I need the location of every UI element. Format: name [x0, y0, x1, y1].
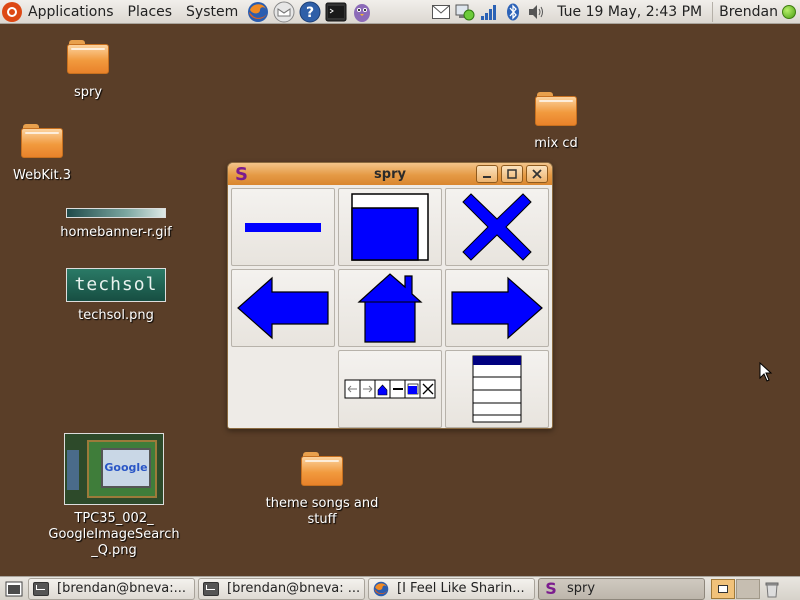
desktop-folder-theme-songs[interactable]: theme songs and stuff — [262, 452, 382, 528]
image-thumbnail: techsol — [66, 268, 166, 302]
folder-icon — [67, 40, 109, 74]
svg-text:?: ? — [306, 5, 314, 21]
close-icon — [532, 169, 542, 179]
panel-separator — [712, 1, 714, 22]
desktop-icon-label: WebKit.3 — [13, 168, 71, 183]
tile-maximize[interactable] — [338, 188, 442, 266]
network-manager-icon[interactable] — [455, 2, 475, 22]
taskbar-item-label: [brendan@bneva: ... — [227, 581, 361, 596]
notification-area: Tue 19 May, 2:43 PM Brendan — [429, 0, 800, 24]
minimize-button[interactable] — [476, 165, 498, 183]
bottom-panel: [brendan@bneva:... [brendan@bneva: ... [… — [0, 576, 800, 600]
minimize-bar-icon — [245, 223, 321, 232]
help-icon[interactable]: ? — [299, 1, 321, 23]
forward-arrow-icon — [451, 276, 543, 340]
bluetooth-icon[interactable] — [503, 2, 523, 22]
top-panel: Applications Places System ? Tue 19 May,… — [0, 0, 800, 24]
system-menu[interactable]: System — [179, 0, 245, 24]
user-switcher[interactable]: Brendan — [719, 4, 800, 20]
minimize-icon — [483, 176, 491, 178]
desktop-icon-label: homebanner-r.gif — [60, 225, 172, 240]
user-status-icon — [782, 4, 796, 19]
ubuntu-logo-icon — [2, 1, 22, 22]
tile-toolbar[interactable] — [338, 350, 442, 428]
table-list-icon — [472, 355, 522, 423]
tile-table-list[interactable] — [445, 350, 549, 428]
desktop-icon-label: TPC35_002_ GoogleImageSearch _Q.png — [48, 511, 180, 558]
tile-minimize[interactable] — [231, 188, 335, 266]
taskbar-item-label: spry — [567, 581, 596, 596]
toolbar-preview-icon — [344, 379, 436, 399]
desktop-file-homebanner[interactable]: homebanner-r.gif — [56, 206, 176, 241]
close-button[interactable] — [526, 165, 548, 183]
maximize-button[interactable] — [501, 165, 523, 183]
workspace-1[interactable] — [711, 578, 735, 599]
taskbar-item[interactable]: [brendan@bneva:... — [28, 577, 195, 600]
spry-window: S spry — [227, 162, 553, 429]
close-x-icon — [462, 193, 532, 261]
back-arrow-icon — [237, 276, 329, 340]
clock[interactable]: Tue 19 May, 2:43 PM — [549, 4, 712, 20]
taskbar-item[interactable]: [brendan@bneva: ... — [198, 577, 365, 600]
terminal-icon — [33, 581, 49, 597]
image-thumbnail: Google — [64, 433, 164, 505]
applications-menu[interactable]: Applications — [0, 0, 121, 24]
folder-icon — [21, 124, 63, 158]
firefox-icon[interactable] — [247, 1, 269, 23]
show-desktop-button[interactable] — [3, 579, 25, 599]
pidgin-icon[interactable] — [351, 1, 373, 23]
mouse-cursor-icon — [759, 362, 773, 382]
maximize-box-icon — [351, 193, 429, 261]
mail-icon[interactable] — [273, 1, 295, 23]
folder-icon — [535, 92, 577, 126]
tile-back[interactable] — [231, 269, 335, 347]
workspace-2[interactable] — [736, 578, 760, 599]
desktop-icon-label: spry — [73, 85, 103, 100]
applications-menu-label: Applications — [28, 3, 114, 20]
desktop-file-techsol[interactable]: techsol techsol.png — [56, 268, 176, 324]
user-name: Brendan — [719, 3, 778, 20]
tile-home[interactable] — [338, 269, 442, 347]
terminal-icon[interactable] — [325, 1, 347, 23]
desktop-folder-spry[interactable]: spry — [55, 40, 121, 101]
tile-empty — [231, 350, 335, 428]
folder-icon — [301, 452, 343, 486]
window-app-icon[interactable]: S — [235, 164, 253, 185]
window-titlebar[interactable]: S spry — [228, 163, 552, 185]
desktop-icon-label: theme songs and stuff — [265, 496, 379, 527]
signal-bars-icon[interactable] — [479, 2, 499, 22]
image-thumbnail — [66, 208, 166, 218]
show-desktop-icon — [5, 581, 23, 596]
spry-button-grid — [231, 188, 549, 428]
mail-envelope-icon[interactable] — [431, 2, 451, 22]
maximize-icon — [507, 169, 517, 179]
tile-close[interactable] — [445, 188, 549, 266]
desktop-icon-label: techsol.png — [78, 308, 154, 323]
desktop-folder-webkit[interactable]: WebKit.3 — [8, 124, 76, 184]
trash-icon[interactable] — [762, 579, 782, 599]
taskbar-item[interactable]: [I Feel Like Sharin... — [368, 577, 535, 600]
spry-icon: S — [545, 579, 557, 598]
taskbar-item-label: [brendan@bneva:... — [57, 581, 187, 596]
taskbar-item-label: [I Feel Like Sharin... — [397, 581, 525, 596]
desktop-icon-label: mix cd — [534, 136, 578, 151]
terminal-icon — [203, 581, 219, 597]
desktop-file-tpc35[interactable]: Google TPC35_002_ GoogleImageSearch _Q.p… — [44, 433, 184, 559]
home-icon — [357, 273, 423, 343]
volume-icon[interactable] — [527, 2, 547, 22]
tile-forward[interactable] — [445, 269, 549, 347]
desktop-folder-mix-cd[interactable]: mix cd — [520, 92, 592, 152]
places-menu[interactable]: Places — [121, 0, 180, 24]
taskbar-item-active[interactable]: S spry — [538, 577, 705, 600]
firefox-icon — [373, 581, 389, 597]
